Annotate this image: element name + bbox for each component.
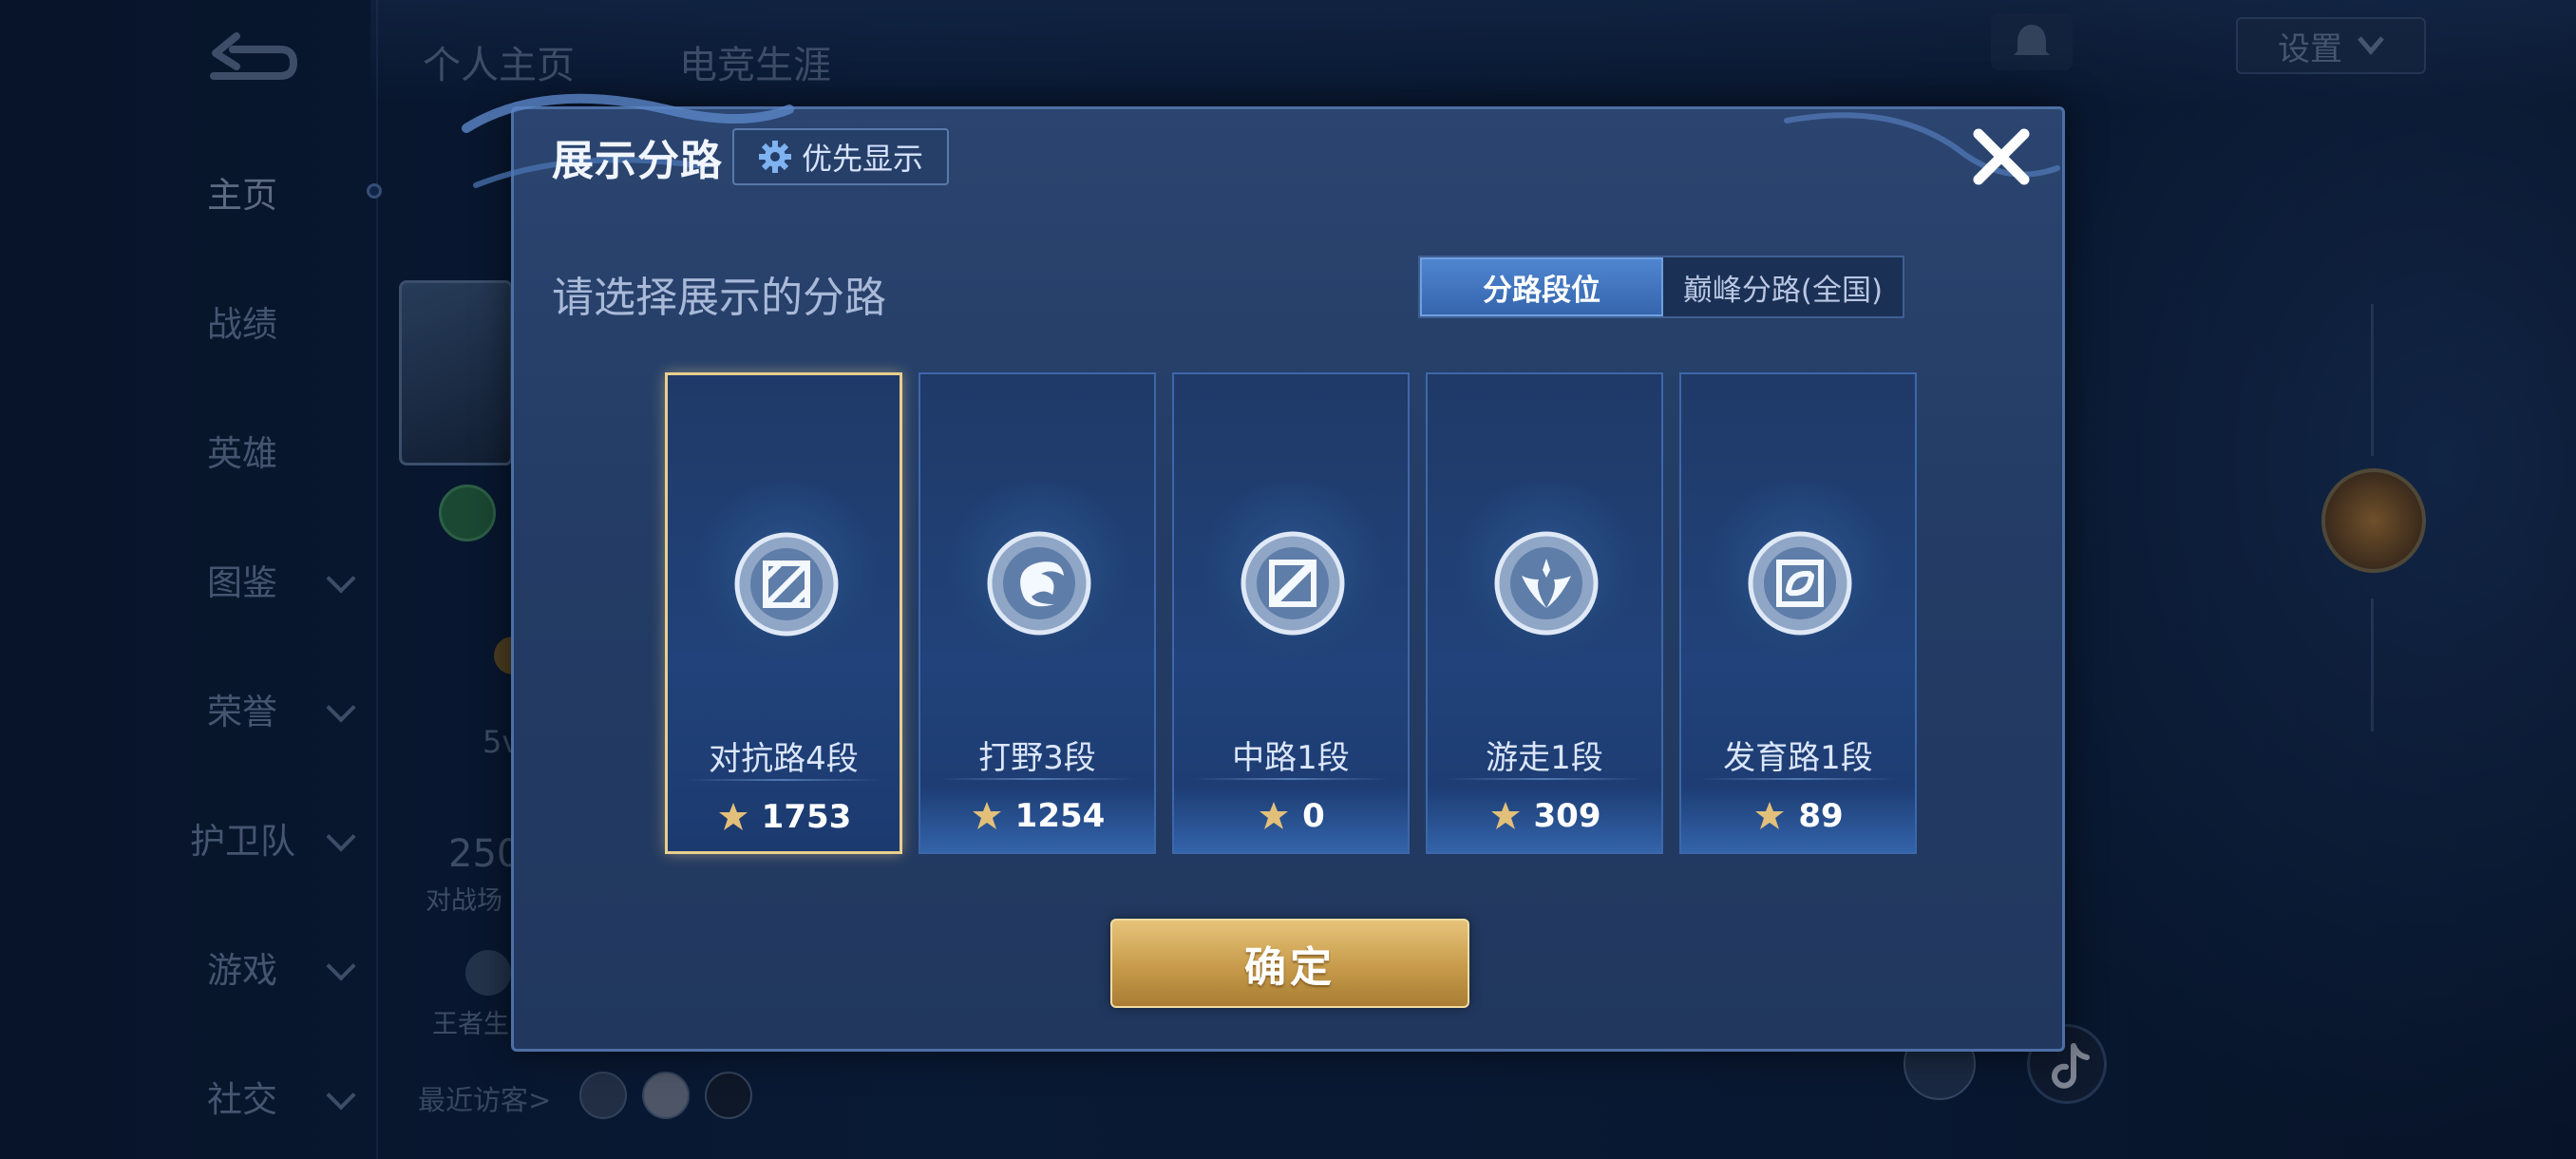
divider: [939, 778, 1135, 780]
lane-card-clash[interactable]: 对抗路4段 1753: [665, 372, 902, 854]
clash-lane-emblem-icon: [734, 532, 839, 636]
divider: [687, 779, 881, 781]
priority-display-button[interactable]: 优先显示: [732, 128, 949, 185]
tab-lane-rank[interactable]: 分路段位: [1420, 257, 1663, 316]
lane-score: 0: [1302, 797, 1325, 835]
select-lane-prompt: 请选择展示的分路: [552, 274, 886, 322]
farm-lane-emblem-icon: [1748, 531, 1852, 636]
lane-name: 中路1段: [1232, 739, 1350, 777]
lane-score-row: 1753: [668, 793, 900, 841]
lane-card-jungle[interactable]: 打野3段 1254: [919, 372, 1156, 854]
peak-points-icon: [718, 803, 748, 830]
roam-emblem-icon: [1494, 531, 1599, 636]
dialog-title: 展示分路: [552, 137, 723, 185]
jungle-emblem-icon: [987, 531, 1091, 636]
gear-icon: [758, 141, 791, 173]
lane-score: 309: [1533, 797, 1601, 835]
peak-points-icon: [1755, 802, 1785, 829]
divider: [1700, 778, 1896, 780]
close-icon[interactable]: [1967, 123, 2036, 191]
lane-score: 1254: [1014, 797, 1106, 835]
tab-peak-lane-national[interactable]: 巅峰分路(全国): [1663, 257, 1903, 316]
lane-card-roam[interactable]: 游走1段 309: [1426, 372, 1663, 854]
divider: [1447, 778, 1642, 780]
lane-score-row: 0: [1174, 792, 1408, 840]
peak-points-icon: [972, 802, 1001, 829]
peak-points-icon: [1260, 802, 1289, 829]
priority-display-label: 优先显示: [801, 141, 923, 177]
lane-card-farm[interactable]: 发育路1段 89: [1679, 372, 1917, 854]
confirm-label: 确定: [1244, 943, 1335, 992]
lane-display-dialog: 展示分路 优先显示 请选择展示的分路 分路段位 巅峰分路(全国) 对抗路4段 1…: [462, 93, 2065, 1052]
lane-score-row: 89: [1681, 792, 1915, 840]
lane-name: 发育路1段: [1723, 739, 1873, 777]
peak-points-icon: [1490, 802, 1520, 829]
lane-score: 89: [1798, 797, 1844, 835]
lane-card-mid[interactable]: 中路1段 0: [1172, 372, 1410, 854]
divider: [1193, 778, 1389, 780]
lane-name: 游走1段: [1486, 739, 1603, 777]
mid-lane-emblem-icon: [1241, 531, 1345, 636]
lane-score-row: 1254: [920, 792, 1154, 840]
lane-name: 打野3段: [978, 739, 1096, 777]
lane-score: 1753: [761, 798, 852, 836]
lane-name: 对抗路4段: [709, 740, 859, 778]
lane-mode-toggle: 分路段位 巅峰分路(全国): [1418, 256, 1904, 318]
confirm-button[interactable]: 确定: [1110, 919, 1469, 1008]
lane-score-row: 309: [1428, 792, 1661, 840]
